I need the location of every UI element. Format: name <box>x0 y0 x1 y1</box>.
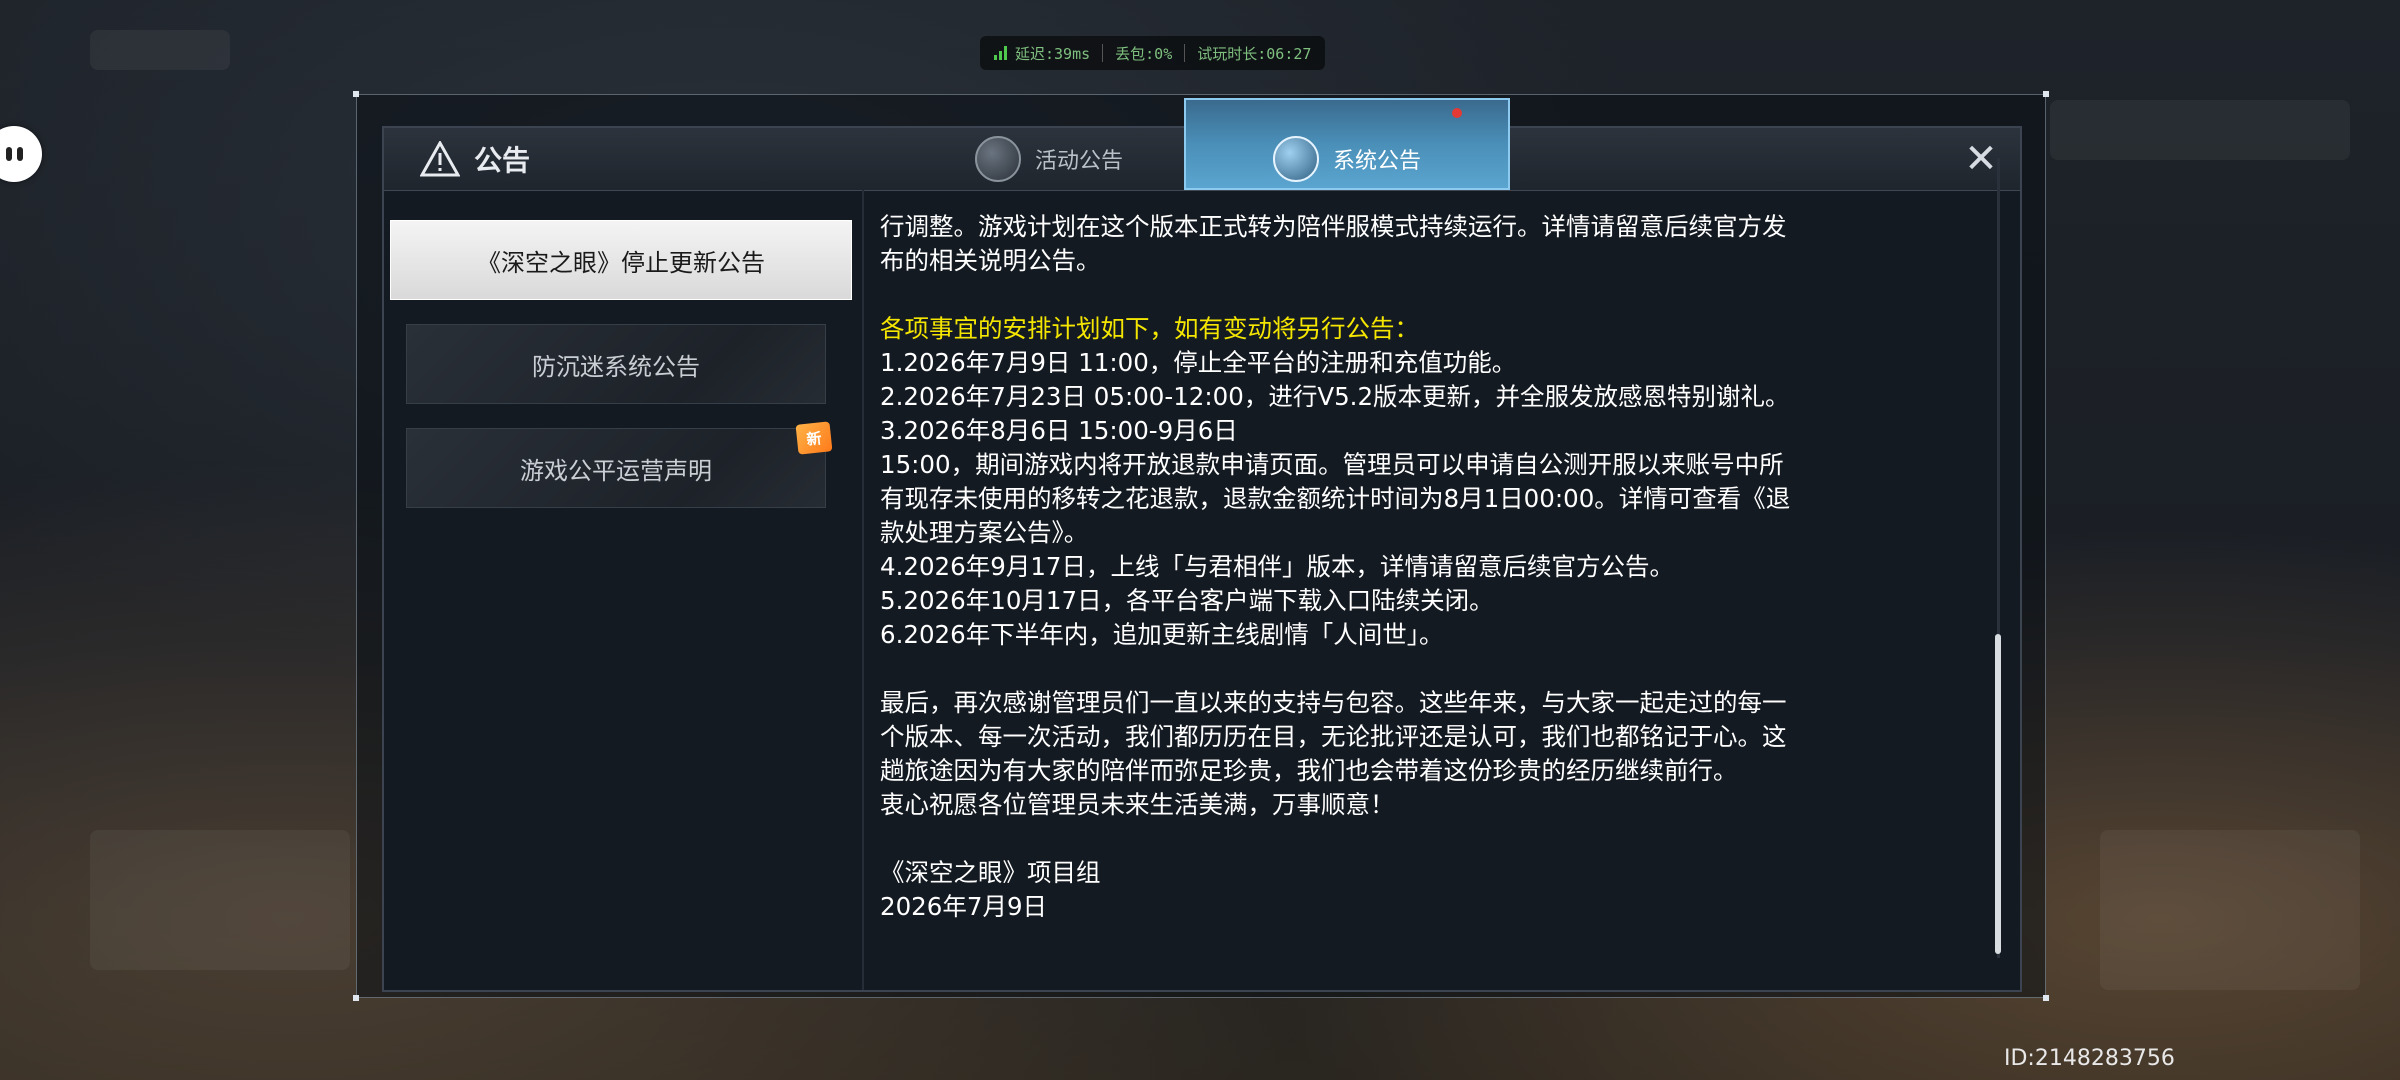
new-badge: 新 <box>795 421 833 455</box>
list-item-label: 游戏公平运营声明 <box>520 456 712 485</box>
tab-activity-announcement[interactable]: 活动公告 <box>924 128 1174 190</box>
content-line: 2.2026年7月23日 05:00-12:00，进行V5.2版本更新，并全服发… <box>880 382 1790 411</box>
list-item-fair-operation[interactable]: 游戏公平运营声明 新 <box>406 421 833 508</box>
list-item-anti-addiction[interactable]: 防沉迷系统公告 <box>406 324 826 404</box>
announcement-list: 《深空之眼》停止更新公告 防沉迷系统公告 游戏公平运营声明 新 <box>390 220 856 532</box>
scrollbar-thumb[interactable] <box>1995 634 2001 954</box>
content-line: 行调整。游戏计划在这个版本正式转为陪伴服模式持续运行。详情请留意后续官方发 <box>880 212 1787 241</box>
trial-time-text: 试玩时长:06:27 <box>1197 44 1312 63</box>
tab-label: 系统公告 <box>1332 149 1421 174</box>
content-line: 6.2026年下半年内，追加更新主线剧情「人间世」。 <box>880 620 1444 649</box>
close-icon[interactable]: ✕ <box>1960 138 2002 180</box>
announcement-content: 行调整。游戏计划在这个版本正式转为陪伴服模式持续运行。详情请留意后续官方发 布的… <box>880 210 1970 970</box>
announcement-dialog: 公告 活动公告 系统公告 ✕ 《深空之眼》停止更新公告 防沉迷系统公告 游戏公平… <box>382 98 2022 992</box>
globe-icon <box>974 136 1021 182</box>
content-line: 15:00，期间游戏内将开放退款申请页面。管理员可以申请自公测开服以来账号中所 <box>880 450 1784 479</box>
signal-icon <box>994 46 1007 60</box>
network-status-bar: 延迟:39ms 丢包:0% 试玩时长:06:27 <box>980 36 1326 70</box>
packet-loss-text: 丢包:0% <box>1115 44 1173 63</box>
globe-gear-icon <box>1272 136 1319 182</box>
divider <box>862 190 864 990</box>
signature-team: 《深空之眼》项目组 <box>880 858 1101 887</box>
content-line: 款处理方案公告》。 <box>880 518 1089 547</box>
notification-dot <box>1452 108 1462 118</box>
content-line: 个版本、每一次活动，我们都历历在目，无论批评还是认可，我们也都铭记于心。这 <box>880 722 1787 751</box>
warning-icon <box>420 141 460 177</box>
user-id-label: ID:2148283756 <box>2004 1046 2175 1071</box>
content-line: 1.2026年7月9日 11:00，停止全平台的注册和充值功能。 <box>880 348 1517 377</box>
content-line: 3.2026年8月6日 15:00-9月6日 <box>880 416 1238 445</box>
list-item-label: 防沉迷系统公告 <box>532 352 700 381</box>
content-line: 4.2026年9月17日，上线「与君相伴」版本，详情请留意后续官方公告。 <box>880 552 1674 581</box>
content-line: 有现存未使用的移转之花退款，退款金额统计时间为8月1日00:00。详情可查看《退 <box>880 484 1791 513</box>
content-line: 趟旅途因为有大家的陪伴而弥足珍贵，我们也会带着这份珍贵的经历继续前行。 <box>880 756 1738 785</box>
content-line: 衷心祝愿各位管理员未来生活美满，万事顺意！ <box>880 790 1395 819</box>
tab-label: 活动公告 <box>1034 149 1123 174</box>
dialog-header: 公告 活动公告 系统公告 ✕ <box>384 98 2020 191</box>
signature-date: 2026年7月9日 <box>880 892 1048 921</box>
content-line: 5.2026年10月17日，各平台客户端下载入口陆续关闭。 <box>880 586 1494 615</box>
schedule-heading: 各项事宜的安排计划如下，如有变动将另行公告： <box>880 314 1419 343</box>
list-item-label: 《深空之眼》停止更新公告 <box>477 248 765 277</box>
latency-text: 延迟:39ms <box>1015 44 1091 63</box>
content-line: 最后，再次感谢管理员们一直以来的支持与包容。这些年来，与大家一起走过的每一 <box>880 688 1787 717</box>
list-item-stop-update[interactable]: 《深空之眼》停止更新公告 <box>390 220 852 300</box>
content-line: 布的相关说明公告。 <box>880 246 1101 275</box>
dialog-title: 公告 <box>474 144 531 177</box>
